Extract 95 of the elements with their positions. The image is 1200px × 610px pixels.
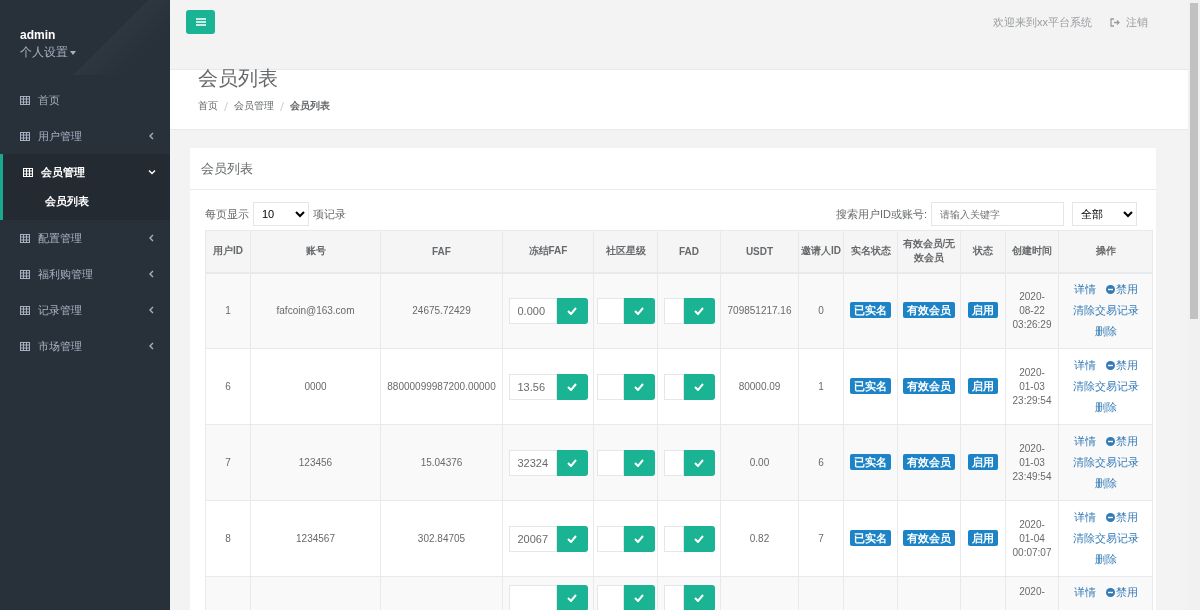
per-page-label: 每页显示 [205, 206, 249, 222]
breadcrumb-link[interactable]: 会员管理 [234, 99, 274, 113]
nav-item[interactable]: 福利购管理 [0, 256, 170, 292]
member-badge: 有效会员 [903, 530, 955, 546]
status-badge: 启用 [968, 530, 998, 546]
search-label: 搜索用户ID或账号: [835, 206, 927, 222]
column-header: 实名状态 [843, 230, 898, 273]
user-id-cell: 7 [205, 424, 251, 501]
account-cell: fafcoin@163.com [250, 272, 381, 349]
user-name: admin [20, 28, 56, 42]
action-link[interactable]: 详情 [1073, 282, 1096, 298]
search-field[interactable]: 请输入关键字 [931, 202, 1064, 226]
usdt-cell: 0.82 [720, 500, 799, 577]
column-header: FAD [657, 230, 721, 273]
column-header: USDT [720, 230, 799, 273]
column-header: FAF [380, 230, 503, 273]
user-id-cell: 6 [205, 348, 251, 425]
action-link[interactable]: 禁用 [1105, 434, 1138, 449]
status-badge: 启用 [968, 302, 998, 319]
action-link[interactable]: 清除交易记录 [1072, 379, 1139, 394]
column-header: 状态 [960, 230, 1006, 273]
usdt-cell: 80000.09 [720, 348, 799, 425]
usdt-cell: 0.00 [720, 424, 799, 501]
nav-item[interactable]: 首页 [0, 82, 170, 118]
action-link[interactable]: 详情 [1073, 358, 1096, 373]
action-link[interactable]: 详情 [1073, 434, 1096, 449]
inviter-id-cell: 1 [798, 348, 844, 425]
action-link[interactable]: 详情 [1073, 510, 1096, 525]
verified-badge: 已实名 [850, 378, 891, 394]
status-badge: 启用 [968, 378, 998, 394]
action-link[interactable]: 清除交易记录 [1072, 303, 1139, 319]
frozen-faf-input[interactable]: 13.56 [508, 373, 557, 400]
verified-badge: 已实名 [850, 454, 891, 470]
welcome-text: 欢迎来到xx平台系统 [993, 14, 1092, 30]
nav-item[interactable]: 会员管理 [0, 154, 170, 190]
per-page-suffix: 项记录 [313, 206, 346, 222]
column-header: 用户ID [205, 230, 251, 273]
member-badge: 有效会员 [903, 378, 955, 394]
card-title: 会员列表 [190, 148, 1156, 190]
frozen-faf-input[interactable]: 0.000 [508, 297, 557, 324]
action-link[interactable]: 详情 [1073, 585, 1096, 600]
usdt-cell: 709851217.16 [720, 272, 799, 349]
action-link[interactable]: 禁用 [1105, 585, 1138, 600]
column-header: 社区星级 [593, 230, 658, 273]
column-header: 账号 [250, 230, 381, 273]
inviter-id-cell: 6 [798, 424, 844, 501]
created-time: 2020-08-22 03:26:29 [1012, 289, 1052, 332]
action-link[interactable]: 删除 [1094, 324, 1117, 340]
action-link[interactable]: 禁用 [1105, 282, 1138, 298]
nav-item[interactable]: 记录管理 [0, 292, 170, 328]
action-link[interactable]: 清除交易记录 [1072, 455, 1139, 470]
breadcrumb-link[interactable]: 会员列表 [290, 99, 330, 113]
user-id-cell: 8 [205, 500, 251, 577]
action-link[interactable]: 删除 [1094, 400, 1117, 415]
settings-dropdown[interactable]: 个人设置 [20, 44, 76, 61]
created-time: 2020-01-03 23:49:54 [1012, 441, 1052, 484]
column-header: 操作 [1058, 230, 1153, 273]
per-page-select[interactable]: 10 [253, 202, 309, 226]
column-header: 创建时间 [1005, 230, 1059, 273]
nav-subitem[interactable]: 会员列表 [0, 188, 170, 220]
account-cell: 0000 [250, 348, 381, 425]
action-link[interactable]: 清除交易记录 [1072, 531, 1139, 546]
frozen-faf-input[interactable]: 20067 [508, 525, 557, 552]
action-link[interactable]: 禁用 [1105, 510, 1138, 525]
created-time: 2020- [1018, 585, 1046, 599]
column-header: 有效会员/无效会员 [897, 230, 961, 273]
breadcrumb-link[interactable]: 首页 [198, 99, 218, 113]
faf-cell: 15.04376 [380, 424, 503, 501]
action-link[interactable]: 删除 [1094, 552, 1117, 567]
column-header: 邀请人ID [798, 230, 844, 273]
inviter-id-cell: 0 [798, 272, 844, 349]
faf-cell: 24675.72429 [380, 272, 503, 349]
action-link[interactable]: 删除 [1094, 476, 1117, 491]
column-header: 冻结FAF [502, 230, 594, 273]
created-time: 2020-01-04 00:07:07 [1012, 517, 1052, 560]
member-badge: 有效会员 [903, 454, 955, 470]
inviter-id-cell: 7 [798, 500, 844, 577]
action-link[interactable]: 禁用 [1105, 358, 1138, 373]
created-time: 2020-01-03 23:29:54 [1012, 365, 1052, 408]
member-badge: 有效会员 [903, 302, 955, 319]
faf-cell: 88000099987200.00000 [380, 348, 503, 425]
nav-item[interactable]: 用户管理 [0, 118, 170, 154]
nav-item[interactable]: 配置管理 [0, 220, 170, 256]
frozen-faf-input[interactable]: 32324 [508, 449, 557, 476]
verified-badge: 已实名 [850, 530, 891, 546]
nav-item[interactable]: 市场管理 [0, 328, 170, 364]
account-cell: 1234567 [250, 500, 381, 577]
faf-cell: 302.84705 [380, 500, 503, 577]
status-badge: 启用 [968, 454, 998, 470]
page-title: 会员列表 [198, 67, 279, 89]
verified-badge: 已实名 [850, 302, 891, 319]
filter-select[interactable]: 全部 [1072, 202, 1137, 226]
user-id-cell: 1 [205, 272, 251, 349]
account-cell: 123456 [250, 424, 381, 501]
logout-link[interactable]: 注销 [1110, 14, 1148, 30]
